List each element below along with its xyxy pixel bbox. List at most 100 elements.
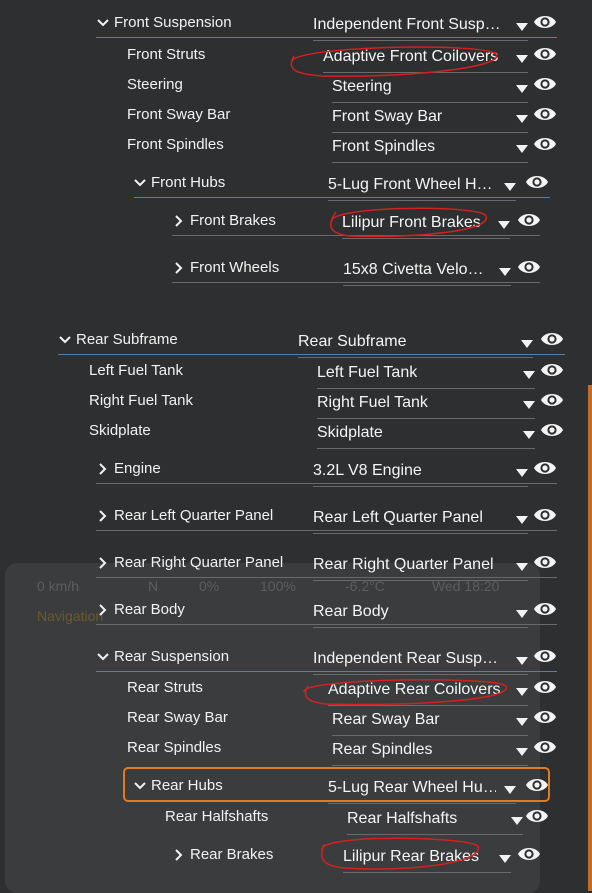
eye-icon[interactable]: [533, 12, 557, 32]
part-label: Front Brakes: [190, 212, 276, 229]
part-row-front-wheels[interactable]: Front Wheels 15x8 Civetta Velo…: [0, 257, 592, 287]
part-row-rear-halfshafts[interactable]: Rear Halfshafts Rear Halfshafts: [0, 806, 592, 836]
chevron-right-icon[interactable]: [96, 462, 110, 476]
eye-icon[interactable]: [525, 172, 549, 192]
dropdown-arrow-icon[interactable]: [516, 744, 528, 756]
eye-icon[interactable]: [517, 210, 541, 230]
part-select-rear-halfshafts[interactable]: Rear Halfshafts: [347, 808, 523, 835]
eye-icon[interactable]: [533, 707, 557, 727]
part-select-front-sway-bar[interactable]: Front Sway Bar: [332, 106, 528, 133]
dropdown-arrow-icon[interactable]: [516, 111, 528, 123]
part-row-engine[interactable]: Engine 3.2L V8 Engine: [0, 458, 592, 488]
chevron-right-icon[interactable]: [172, 214, 186, 228]
eye-icon[interactable]: [533, 677, 557, 697]
eye-icon[interactable]: [533, 737, 557, 757]
chevron-down-icon[interactable]: [133, 176, 147, 190]
part-row-rear-sway-bar[interactable]: Rear Sway Bar Rear Sway Bar: [0, 707, 592, 737]
chevron-right-icon[interactable]: [96, 603, 110, 617]
part-select-rear-struts[interactable]: Adaptive Rear Coilovers: [328, 679, 528, 706]
chevron-right-icon[interactable]: [96, 509, 110, 523]
part-label: Front Struts: [127, 46, 206, 63]
part-select-skidplate[interactable]: Skidplate: [317, 422, 535, 449]
dropdown-arrow-icon[interactable]: [499, 851, 511, 863]
part-select-value: Skidplate: [317, 424, 383, 441]
part-row-left-fuel-tank[interactable]: Left Fuel Tank Left Fuel Tank: [0, 360, 592, 390]
part-row-rear-body[interactable]: Rear Body Rear Body: [0, 599, 592, 629]
eye-icon[interactable]: [533, 599, 557, 619]
chevron-right-icon[interactable]: [172, 261, 186, 275]
dropdown-arrow-icon[interactable]: [523, 397, 535, 409]
part-select-rear-sway-bar[interactable]: Rear Sway Bar: [332, 709, 528, 736]
dropdown-arrow-icon[interactable]: [516, 653, 528, 665]
dropdown-arrow-icon[interactable]: [504, 179, 516, 191]
part-row-rear-suspension[interactable]: Rear Suspension Independent Rear Susp…: [0, 646, 592, 676]
eye-icon[interactable]: [533, 104, 557, 124]
chevron-right-icon[interactable]: [172, 848, 186, 862]
part-row-rear-subframe[interactable]: Rear Subframe Rear Subframe: [0, 329, 592, 359]
part-select-steering[interactable]: Steering: [332, 76, 528, 103]
dropdown-arrow-icon[interactable]: [521, 336, 533, 348]
dropdown-arrow-icon[interactable]: [523, 427, 535, 439]
dropdown-arrow-icon[interactable]: [516, 714, 528, 726]
part-label: Skidplate: [89, 422, 151, 439]
chevron-down-icon[interactable]: [58, 333, 72, 347]
eye-icon[interactable]: [533, 552, 557, 572]
chevron-right-icon[interactable]: [96, 556, 110, 570]
part-label: Front Spindles: [127, 136, 224, 153]
chevron-down-icon[interactable]: [96, 650, 110, 664]
part-row-steering[interactable]: Steering Steering: [0, 74, 592, 104]
eye-icon[interactable]: [517, 844, 541, 864]
eye-icon[interactable]: [540, 329, 564, 349]
dropdown-arrow-icon[interactable]: [516, 81, 528, 93]
part-row-rear-right-quarter-panel[interactable]: Rear Right Quarter Panel Rear Right Quart…: [0, 552, 592, 582]
eye-icon[interactable]: [533, 458, 557, 478]
part-row-front-spindles[interactable]: Front Spindles Front Spindles: [0, 134, 592, 164]
part-row-front-suspension[interactable]: Front Suspension Independent Front Susp…: [0, 12, 592, 42]
part-row-front-hubs[interactable]: Front Hubs 5-Lug Front Wheel H…: [0, 172, 592, 202]
part-row-right-fuel-tank[interactable]: Right Fuel Tank Right Fuel Tank: [0, 390, 592, 420]
eye-icon[interactable]: [540, 420, 564, 440]
dropdown-arrow-icon[interactable]: [516, 141, 528, 153]
dropdown-arrow-icon[interactable]: [523, 367, 535, 379]
dropdown-arrow-icon[interactable]: [516, 684, 528, 696]
part-row-rear-struts[interactable]: Rear Struts Adaptive Rear Coilovers: [0, 677, 592, 707]
part-row-rear-left-quarter-panel[interactable]: Rear Left Quarter Panel Rear Left Quarter…: [0, 505, 592, 535]
part-label: Front Hubs: [151, 174, 226, 191]
eye-icon[interactable]: [533, 505, 557, 525]
part-row-skidplate[interactable]: Skidplate Skidplate: [0, 420, 592, 450]
part-select-front-struts[interactable]: Adaptive Front Coilovers: [323, 46, 528, 73]
dropdown-arrow-icon[interactable]: [516, 559, 528, 571]
part-select-rear-spindles[interactable]: Rear Spindles: [332, 739, 528, 766]
part-row-front-brakes[interactable]: Front Brakes Lilipur Front Brakes: [0, 210, 592, 240]
part-select-front-spindles[interactable]: Front Spindles: [332, 136, 528, 163]
part-select-left-fuel-tank[interactable]: Left Fuel Tank: [317, 362, 535, 389]
dropdown-arrow-icon[interactable]: [516, 51, 528, 63]
chevron-down-icon[interactable]: [96, 16, 110, 30]
row-divider: [96, 577, 557, 578]
vehicle-parts-tree: Front Suspension Independent Front Susp… F…: [0, 0, 592, 891]
part-select-value: Rear Left Quarter Panel: [313, 509, 483, 526]
eye-icon[interactable]: [533, 646, 557, 666]
part-row-front-struts[interactable]: Front Struts Adaptive Front Coilovers: [0, 44, 592, 74]
part-select-rear-brakes[interactable]: Lilipur Rear Brakes: [343, 846, 511, 873]
eye-icon[interactable]: [533, 134, 557, 154]
dropdown-arrow-icon[interactable]: [516, 19, 528, 31]
eye-icon[interactable]: [540, 390, 564, 410]
eye-icon[interactable]: [533, 44, 557, 64]
eye-icon[interactable]: [525, 806, 549, 826]
eye-icon[interactable]: [533, 74, 557, 94]
part-row-front-sway-bar[interactable]: Front Sway Bar Front Sway Bar: [0, 104, 592, 134]
dropdown-arrow-icon[interactable]: [516, 606, 528, 618]
part-row-rear-brakes[interactable]: Rear Brakes Lilipur Rear Brakes: [0, 844, 592, 874]
row-divider: [96, 483, 557, 484]
dropdown-arrow-icon[interactable]: [498, 217, 510, 229]
dropdown-arrow-icon[interactable]: [499, 264, 511, 276]
dropdown-arrow-icon[interactable]: [516, 465, 528, 477]
eye-icon[interactable]: [540, 360, 564, 380]
part-select-right-fuel-tank[interactable]: Right Fuel Tank: [317, 392, 535, 419]
dropdown-arrow-icon[interactable]: [511, 813, 523, 825]
dropdown-arrow-icon[interactable]: [516, 512, 528, 524]
part-select-value: Left Fuel Tank: [317, 364, 418, 381]
eye-icon[interactable]: [517, 257, 541, 277]
part-row-rear-spindles[interactable]: Rear Spindles Rear Spindles: [0, 737, 592, 767]
